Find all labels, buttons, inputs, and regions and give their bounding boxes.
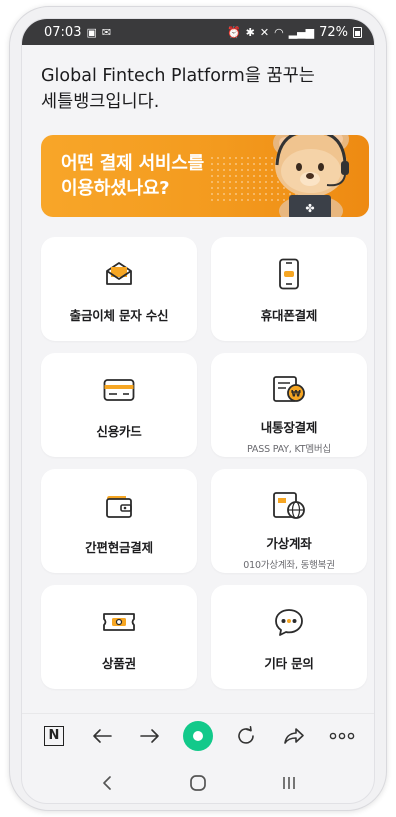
share-button[interactable] [276, 718, 312, 754]
menu-other-inquiry[interactable]: 기타 문의 [211, 585, 367, 689]
forward-arrow-icon [140, 728, 159, 743]
greeting-line-2: 세틀뱅크입니다. [41, 92, 160, 112]
menu-sublabel: PASS PAY, KT멤버십 [247, 444, 331, 455]
payment-survey-banner[interactable]: 어떤 결제 서비스를 이용하셨나요? ✤ [41, 135, 369, 217]
menu-virtual-account[interactable]: 가상계좌 010가상계좌, 동행복권 [211, 469, 367, 573]
credit-card-icon [102, 373, 136, 407]
bear-mascot-icon: ✤ [273, 135, 349, 217]
signal-icon: ▂▄▆ [288, 25, 315, 39]
menu-label: 가상계좌 [266, 536, 312, 551]
virtual-account-globe-icon [272, 489, 306, 523]
svg-text:₩: ₩ [291, 390, 301, 400]
system-recents-button[interactable] [271, 765, 307, 801]
menu-bank-account-payment[interactable]: ₩ 내통장결제 PASS PAY, KT멤버십 [211, 353, 367, 457]
menu-withdrawal-sms[interactable]: 출금이체 문자 수신 [41, 237, 197, 341]
system-back-button[interactable] [89, 765, 125, 801]
back-arrow-icon [93, 728, 112, 743]
system-home-button[interactable] [180, 765, 216, 801]
refresh-button[interactable] [228, 718, 264, 754]
more-icon [329, 732, 355, 739]
naver-home-icon: N [44, 725, 64, 746]
chevron-left-icon [103, 776, 112, 790]
banner-text: 어떤 결제 서비스를 이용하셨나요? [61, 151, 204, 201]
menu-credit-card[interactable]: 신용카드 [41, 353, 197, 457]
screen: 07:03 ▣ ✉ ⏰ ✱ ✕ ◠ ▂▄▆ 72% Global Fintech… [21, 18, 375, 804]
menu-gift-voucher[interactable]: 상품권 [41, 585, 197, 689]
green-dot-button[interactable] [180, 718, 216, 754]
gallery-icon: ▣ [86, 25, 97, 39]
banner-line-1: 어떤 결제 서비스를 [61, 153, 205, 174]
greeting: Global Fintech Platform을 꿈꾸는 세틀뱅크입니다. [41, 63, 361, 115]
greeting-line-1: Global Fintech Platform을 꿈꾸는 [41, 66, 315, 86]
back-button[interactable] [84, 718, 120, 754]
bank-book-coin-icon: ₩ [272, 373, 306, 407]
menu-label: 상품권 [102, 656, 136, 671]
gift-voucher-icon [102, 605, 136, 639]
menu-mobile-payment[interactable]: 휴대폰결제 [211, 237, 367, 341]
wifi-icon: ◠ [274, 25, 284, 39]
mute-icon: ✕ [259, 25, 270, 39]
menu-sublabel: 010가상계좌, 동행복권 [243, 560, 335, 571]
menu-label: 내통장결제 [260, 420, 318, 435]
naver-home-button[interactable]: N [36, 718, 72, 754]
browser-toolbar: N [22, 713, 374, 757]
svg-text:✤: ✤ [305, 202, 314, 215]
bluetooth-icon: ✱ [245, 25, 255, 39]
status-bar: 07:03 ▣ ✉ ⏰ ✱ ✕ ◠ ▂▄▆ 72% [22, 19, 374, 45]
battery-percent: 72% [319, 24, 348, 40]
forward-button[interactable] [132, 718, 168, 754]
home-circle-icon [190, 775, 206, 791]
envelope-icon [102, 257, 136, 291]
wallet-icon [102, 489, 136, 523]
system-navigation-bar [22, 761, 374, 803]
share-icon [284, 727, 304, 744]
recent-apps-icon [282, 777, 295, 789]
banner-line-2: 이용하셨나요? [61, 178, 170, 199]
more-button[interactable] [324, 718, 360, 754]
green-dot-icon [183, 720, 213, 751]
payment-menu-grid: 출금이체 문자 수신 휴대폰결제 신용카드 ₩ 내통장결제 PASS PAY, … [41, 237, 369, 689]
alarm-icon: ⏰ [226, 25, 241, 39]
menu-label: 기타 문의 [264, 656, 314, 671]
menu-label: 간편현금결제 [85, 540, 153, 555]
status-time: 07:03 [44, 24, 82, 40]
menu-easy-cash-payment[interactable]: 간편현금결제 [41, 469, 197, 573]
menu-label: 휴대폰결제 [260, 308, 318, 323]
chat-bubble-icon [272, 605, 306, 639]
menu-label: 신용카드 [96, 424, 142, 439]
refresh-icon [238, 725, 254, 744]
app-notification-icon: ✉ [101, 25, 112, 39]
mobile-phone-icon [272, 257, 306, 291]
menu-label: 출금이체 문자 수신 [69, 308, 169, 323]
battery-icon [353, 26, 362, 38]
